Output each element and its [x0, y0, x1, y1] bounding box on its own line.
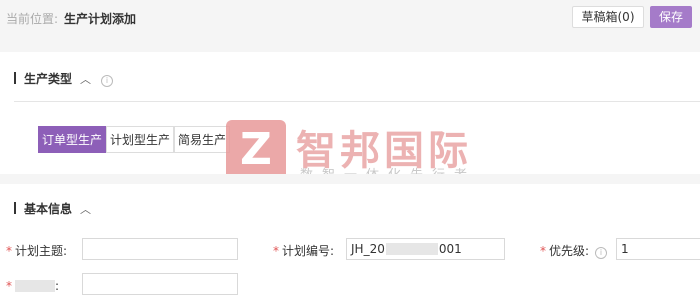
plan-number-prefix: JH_20: [351, 242, 385, 256]
draft-box-button[interactable]: 草稿箱(0): [572, 6, 644, 28]
fourth-field-label-text: :: [55, 279, 60, 293]
plan-subject-label: * 计划主题:: [6, 242, 67, 259]
section-title-basic-info: 基本信息: [24, 202, 73, 216]
plan-subject-label-text: 计划主题:: [15, 244, 68, 258]
chevron-up-icon[interactable]: ︿: [80, 73, 91, 86]
production-type-tabs: 订单型生产 计划型生产 简易生产: [38, 126, 231, 153]
section-title-production-type: 生产类型: [24, 72, 73, 86]
section-marker: [14, 202, 16, 214]
watermark-logo-letter: Z: [240, 124, 272, 175]
required-marker: *: [6, 279, 12, 293]
required-marker: *: [6, 244, 12, 258]
priority-label-text: 优先级:: [549, 244, 590, 258]
fourth-field-input[interactable]: [82, 273, 238, 295]
breadcrumb-label: 当前位置:: [6, 12, 59, 26]
fourth-field-label: *:: [6, 279, 59, 293]
page-title: 生产计划添加: [64, 12, 137, 26]
plan-number-suffix: 001: [438, 242, 462, 256]
plan-subject-input[interactable]: [82, 238, 238, 260]
watermark-logo: Z: [226, 120, 286, 180]
section-basic-info[interactable]: 基本信息 ︿: [14, 200, 91, 217]
redacted-block: [385, 243, 438, 255]
section-production-type[interactable]: 生产类型 ︿ i: [14, 70, 114, 87]
priority-label: * 优先级: i: [540, 242, 608, 259]
divider: [14, 101, 700, 102]
required-marker: *: [540, 244, 546, 258]
required-marker: *: [273, 244, 279, 258]
priority-input[interactable]: 1: [616, 238, 700, 260]
section-marker: [14, 72, 16, 84]
plan-number-label: * 计划编号:: [273, 242, 334, 259]
redacted-block: [15, 280, 55, 292]
tab-order-production[interactable]: 订单型生产: [38, 126, 107, 153]
plan-number-label-text: 计划编号:: [282, 244, 335, 258]
tab-plan-production[interactable]: 计划型生产: [106, 126, 175, 153]
info-icon[interactable]: i: [101, 75, 114, 87]
section-spacer: [0, 36, 700, 52]
plan-number-input[interactable]: JH_20 001: [346, 238, 505, 260]
section-spacer: [0, 174, 700, 184]
chevron-up-icon[interactable]: ︿: [80, 203, 91, 216]
info-icon[interactable]: i: [595, 247, 608, 259]
save-button[interactable]: 保存: [650, 6, 692, 28]
tab-simple-production[interactable]: 简易生产: [174, 126, 231, 153]
breadcrumb: 当前位置: 生产计划添加: [6, 10, 136, 27]
